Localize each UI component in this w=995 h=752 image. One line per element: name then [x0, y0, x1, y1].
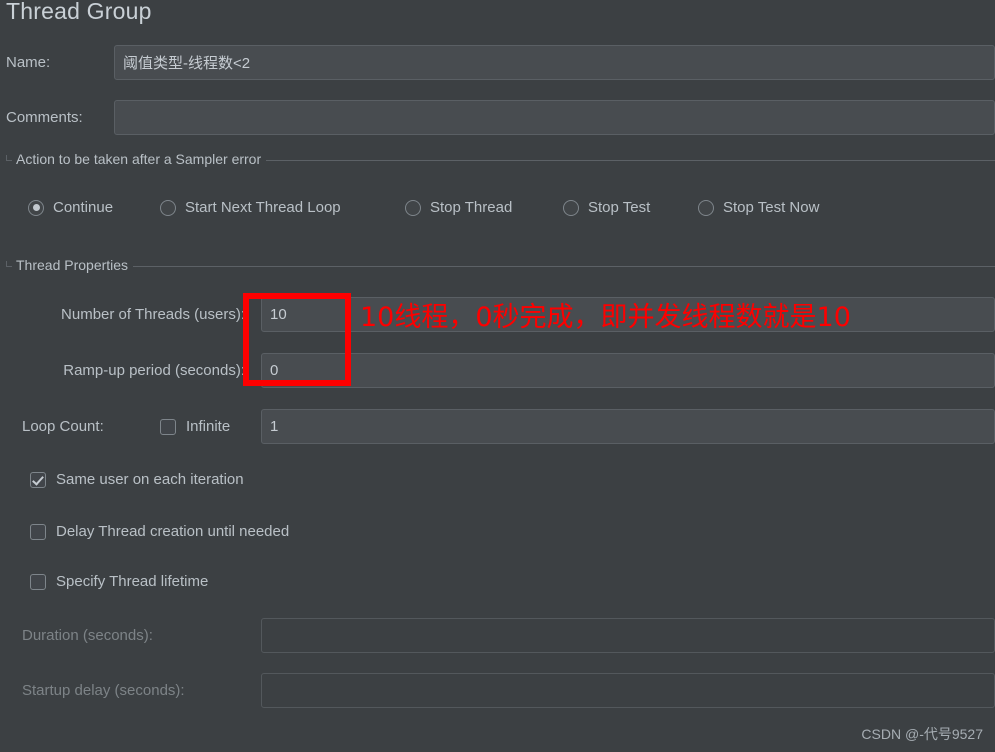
number-of-threads-label: Number of Threads (users):	[61, 306, 245, 323]
delay-thread-creation-checkbox[interactable]: Delay Thread creation until needed	[30, 523, 289, 540]
radio-label: Continue	[53, 199, 114, 216]
specify-thread-lifetime-checkbox[interactable]: Specify Thread lifetime	[30, 573, 208, 590]
radio-stop-test-now[interactable]: Stop Test Now	[698, 199, 819, 216]
thread-properties-group-separator: Thread Properties	[6, 258, 995, 273]
checkbox-checked-icon	[30, 471, 46, 488]
thread-group-panel: Thread Group Name: 阈值类型-线程数<2 Comments: …	[0, 0, 995, 752]
thread-properties-group-caption: Thread Properties	[12, 258, 134, 272]
checkbox-icon	[30, 573, 46, 590]
radio-label: Stop Thread	[430, 199, 513, 216]
comments-label: Comments:	[6, 109, 83, 126]
radio-stop-thread[interactable]: Stop Thread	[405, 199, 512, 216]
radio-label: Stop Test	[588, 199, 651, 216]
page-title: Thread Group	[6, 0, 152, 24]
loop-count-label: Loop Count:	[22, 418, 104, 435]
loop-count-input[interactable]: 1	[261, 409, 995, 444]
checkbox-icon	[30, 523, 46, 540]
infinite-label: Infinite	[186, 418, 231, 435]
radio-dot-icon	[28, 199, 44, 216]
group-tick	[6, 155, 7, 161]
ramp-up-period-input[interactable]: 0	[261, 353, 995, 388]
annotation-text: 10线程，0秒完成，即并发线程数就是10	[360, 302, 851, 333]
delay-thread-label: Delay Thread creation until needed	[56, 523, 290, 540]
radio-dot-icon	[698, 199, 714, 216]
name-label: Name:	[6, 54, 51, 71]
infinite-checkbox[interactable]: Infinite	[160, 418, 230, 435]
radio-dot-icon	[160, 199, 176, 216]
ramp-up-period-label: Ramp-up period (seconds):	[63, 362, 245, 379]
same-user-label: Same user on each iteration	[56, 471, 244, 488]
same-user-each-iteration-checkbox[interactable]: Same user on each iteration	[30, 471, 244, 488]
specify-lifetime-label: Specify Thread lifetime	[56, 573, 209, 590]
radio-dot-icon	[563, 199, 579, 216]
sampler-error-group-separator: Action to be taken after a Sampler error	[6, 152, 995, 167]
group-line	[6, 266, 995, 267]
sampler-error-group-caption: Action to be taken after a Sampler error	[12, 152, 267, 166]
startup-delay-input[interactable]	[261, 673, 995, 708]
comments-input[interactable]	[114, 100, 995, 135]
radio-label: Start Next Thread Loop	[185, 199, 341, 216]
checkbox-icon	[160, 418, 176, 435]
radio-label: Stop Test Now	[723, 199, 820, 216]
radio-continue[interactable]: Continue	[28, 199, 113, 216]
name-input[interactable]: 阈值类型-线程数<2	[114, 45, 995, 80]
watermark: CSDN @-代号9527	[861, 726, 983, 742]
radio-start-next-thread-loop[interactable]: Start Next Thread Loop	[160, 199, 341, 216]
group-tick	[6, 261, 7, 267]
radio-stop-test[interactable]: Stop Test	[563, 199, 650, 216]
duration-input[interactable]	[261, 618, 995, 653]
duration-label: Duration (seconds):	[22, 627, 153, 644]
startup-delay-label: Startup delay (seconds):	[22, 682, 185, 699]
radio-dot-icon	[405, 199, 421, 216]
